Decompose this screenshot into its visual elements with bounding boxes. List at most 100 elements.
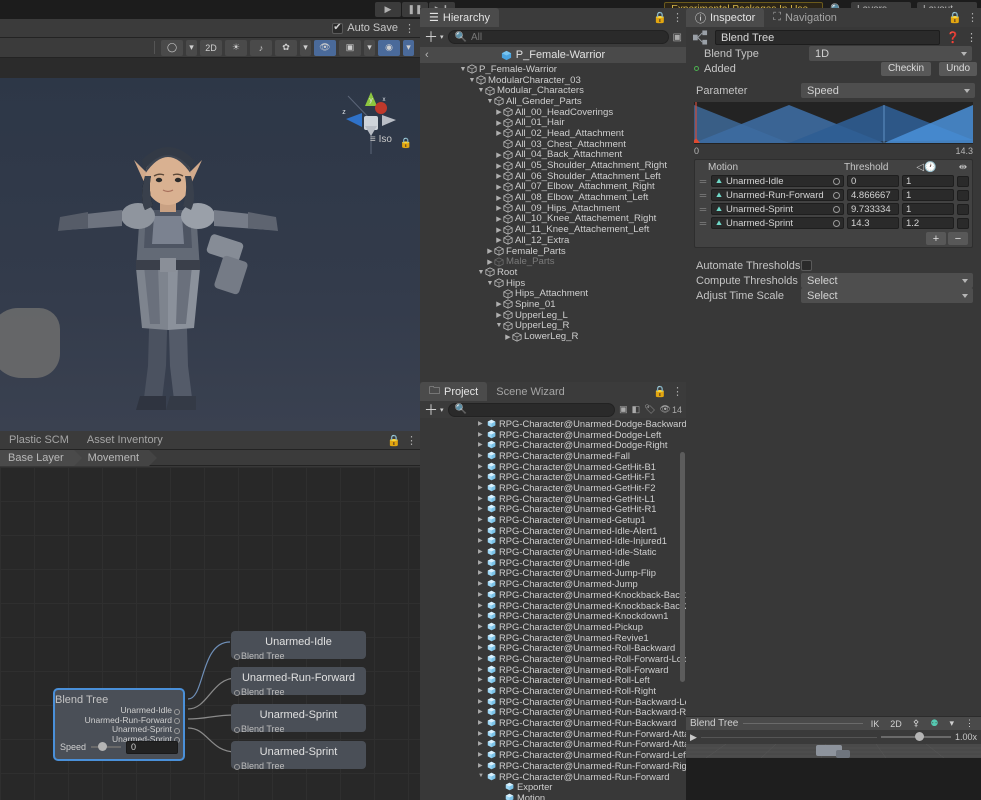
time-scale-field[interactable]: 1	[902, 189, 954, 201]
drag-handle-icon[interactable]: ＝	[698, 217, 708, 230]
project-row[interactable]: ▼ RPG-Character@Unarmed-Run-Forward	[420, 771, 686, 782]
state-node-unarmed-sprint-1[interactable]: Unarmed-Sprint Blend Tree	[231, 704, 366, 734]
hierarchy-row[interactable]: ▶ Spine_01	[420, 299, 686, 310]
expand-arrow-icon[interactable]: ▶	[478, 730, 487, 737]
hierarchy-row[interactable]: ▶ All_01_Hair	[420, 117, 686, 128]
hierarchy-row[interactable]: ▼ P_Female-Warrior	[420, 64, 686, 75]
expand-arrow-icon[interactable]: ▶	[478, 569, 487, 576]
expand-arrow-icon[interactable]: ▶	[478, 762, 487, 769]
expand-arrow-icon[interactable]: ▶	[478, 452, 487, 459]
expand-arrow-icon[interactable]: ▶	[478, 420, 487, 427]
mirror-checkbox[interactable]	[957, 175, 969, 187]
project-row[interactable]: ▶ RPG-Character@Unarmed-Knockdown1	[420, 610, 686, 621]
hierarchy-row[interactable]: ▶ All_11_Knee_Attachement_Left	[420, 224, 686, 235]
collapse-arrow-icon[interactable]: ▼	[495, 322, 503, 329]
pivot-icon[interactable]: ⚴	[910, 718, 923, 729]
project-row[interactable]: ▶ RPG-Character@Unarmed-Jump-Flip	[420, 567, 686, 578]
expand-arrow-icon[interactable]: ▶	[495, 311, 503, 319]
expand-arrow-icon[interactable]: ▶	[478, 719, 487, 726]
project-row[interactable]: ▶ RPG-Character@Unarmed-Run-Backward-Rigl	[420, 706, 686, 717]
scene-lock-icon[interactable]: 🔒	[400, 138, 412, 149]
tab-scene-wizard[interactable]: Scene Wizard	[487, 382, 573, 401]
hierarchy-row[interactable]: ▶ All_04_Back_Attachment	[420, 149, 686, 160]
project-row[interactable]: ▶ RPG-Character@Unarmed-Run-Backward-Left	[420, 696, 686, 707]
fx-chevron-down-icon[interactable]: ▾	[300, 39, 311, 56]
project-row[interactable]: ▶ RPG-Character@Unarmed-Idle	[420, 557, 686, 568]
expand-arrow-icon[interactable]: ▶	[478, 655, 487, 662]
tab-asset-inventory[interactable]: Asset Inventory	[78, 430, 172, 449]
project-row[interactable]: ▶ RPG-Character@Unarmed-Run-Backward	[420, 717, 686, 728]
expand-arrow-icon[interactable]: ▶	[495, 300, 503, 308]
motion-row[interactable]: ＝ Unarmed-Run-Forward 4.866667 1	[695, 188, 972, 202]
project-row[interactable]: ▶ RPG-Character@Unarmed-Roll-Forward-Loop	[420, 653, 686, 664]
scene-projection-mode[interactable]: ≡ Iso	[370, 134, 392, 145]
expand-arrow-icon[interactable]: ▶	[478, 441, 487, 448]
project-row[interactable]: ▶ RPG-Character@Unarmed-Idle-Static	[420, 546, 686, 557]
collapse-arrow-icon[interactable]: ▼	[477, 269, 485, 276]
hierarchy-row[interactable]: ▼ All_Gender_Parts	[420, 96, 686, 107]
motion-row[interactable]: ＝ Unarmed-Sprint 9.733334 1	[695, 202, 972, 216]
motion-field[interactable]: Unarmed-Idle	[711, 175, 844, 187]
gizmos-chevron-down-icon[interactable]: ▾	[403, 39, 414, 56]
drag-handle-icon[interactable]: ＝	[698, 189, 708, 202]
hierarchy-row[interactable]: ▼ UpperLeg_R	[420, 320, 686, 331]
tab-hierarchy[interactable]: ☰ Hierarchy	[420, 8, 499, 27]
project-row[interactable]: ▶ RPG-Character@Unarmed-Dodge-Right	[420, 439, 686, 450]
collapse-arrow-icon[interactable]: ▼	[478, 773, 487, 779]
back-chevron-icon[interactable]: ‹	[425, 49, 429, 61]
kebab-icon[interactable]: ⋮	[966, 31, 977, 44]
time-scale-field[interactable]: 1.2	[902, 217, 954, 229]
2d-toggle-button[interactable]: 2D	[200, 39, 222, 56]
motion-row[interactable]: ＝ Unarmed-Idle 0 1	[695, 174, 972, 188]
motion-row[interactable]: ＝ Unarmed-Sprint 14.3 1.2	[695, 216, 972, 230]
threshold-field[interactable]: 4.866667	[847, 189, 899, 201]
drag-handle-icon[interactable]: ＝	[698, 175, 708, 188]
project-scrollbar[interactable]	[680, 422, 685, 762]
mirror-checkbox[interactable]	[957, 189, 969, 201]
project-row[interactable]: ▶ RPG-Character@Unarmed-Roll-Backward	[420, 642, 686, 653]
expand-arrow-icon[interactable]: ▶	[478, 612, 487, 619]
lock-icon[interactable]: 🔒	[387, 434, 401, 447]
create-asset-button[interactable]: ＋ ▾	[424, 400, 444, 420]
hierarchy-row[interactable]: All_03_Chest_Attachment	[420, 139, 686, 150]
expand-arrow-icon[interactable]: ▶	[478, 527, 487, 534]
audio-toggle-button[interactable]: ♪	[250, 39, 272, 56]
hierarchy-row[interactable]: ▶ All_07_Elbow_Attachment_Right	[420, 181, 686, 192]
undo-button[interactable]: Undo	[939, 61, 977, 76]
hierarchy-row[interactable]: ▼ ModularCharacter_03	[420, 75, 686, 86]
project-row[interactable]: ▶ RPG-Character@Unarmed-Idle-Injured1	[420, 535, 686, 546]
motion-field[interactable]: Unarmed-Run-Forward	[711, 189, 844, 201]
animator-graph-canvas[interactable]: Unarmed-Idle Blend Tree Unarmed-Run-Forw…	[0, 467, 420, 800]
compute-thresholds-dropdown[interactable]: Select	[801, 273, 973, 288]
project-row[interactable]: ▶ RPG-Character@Unarmed-GetHit-F1	[420, 471, 686, 482]
kebab-icon[interactable]: ⋮	[962, 718, 977, 729]
project-search-input[interactable]: 🔍	[447, 402, 616, 417]
hierarchy-row[interactable]: ▶ LowerLeg_R	[420, 331, 686, 342]
expand-arrow-icon[interactable]: ▶	[478, 740, 487, 747]
blend-tree-node[interactable]: Blend Tree Unarmed-Idle Unarmed-Run-Forw…	[53, 688, 185, 761]
scene-viewport[interactable]: y x z ≡ Iso 🔒	[0, 78, 420, 451]
project-row[interactable]: ▶ RPG-Character@Unarmed-Knockback-Back1	[420, 589, 686, 600]
expand-arrow-icon[interactable]: ▶	[478, 463, 487, 470]
mirror-checkbox[interactable]	[957, 217, 969, 229]
expand-arrow-icon[interactable]: ▶	[495, 183, 503, 191]
hierarchy-tree[interactable]: ▼ P_Female-Warrior ▼ ModularCharacter_03 ▼ Mo…	[420, 63, 686, 382]
project-row[interactable]: ▶ RPG-Character@Unarmed-Getup1	[420, 514, 686, 525]
gizmos-toggle-button[interactable]: ◉	[378, 39, 400, 56]
adjust-time-scale-dropdown[interactable]: Select	[801, 288, 973, 303]
hierarchy-row[interactable]: ▼ Root	[420, 267, 686, 278]
hierarchy-search-input[interactable]: 🔍 All	[447, 30, 669, 44]
project-row[interactable]: ▶ RPG-Character@Unarmed-Run-Forward-Attac	[420, 728, 686, 739]
hierarchy-row[interactable]: ▶ UpperLeg_L	[420, 310, 686, 321]
project-row[interactable]: ▶ RPG-Character@Unarmed-Pickup	[420, 621, 686, 632]
project-row[interactable]: ▶ RPG-Character@Unarmed-Dodge-Left	[420, 429, 686, 440]
kebab-icon[interactable]: ⋮	[967, 11, 978, 24]
collapse-arrow-icon[interactable]: ▼	[486, 98, 494, 105]
expand-arrow-icon[interactable]: ▶	[486, 247, 494, 255]
threshold-field[interactable]: 9.733334	[847, 203, 899, 215]
collapse-arrow-icon[interactable]: ▼	[486, 280, 494, 287]
time-scale-field[interactable]: 1	[902, 175, 954, 187]
expand-arrow-icon[interactable]: ▶	[495, 119, 503, 127]
motion-field[interactable]: Unarmed-Sprint	[711, 217, 844, 229]
project-filter-icon[interactable]: ▣	[619, 404, 628, 415]
